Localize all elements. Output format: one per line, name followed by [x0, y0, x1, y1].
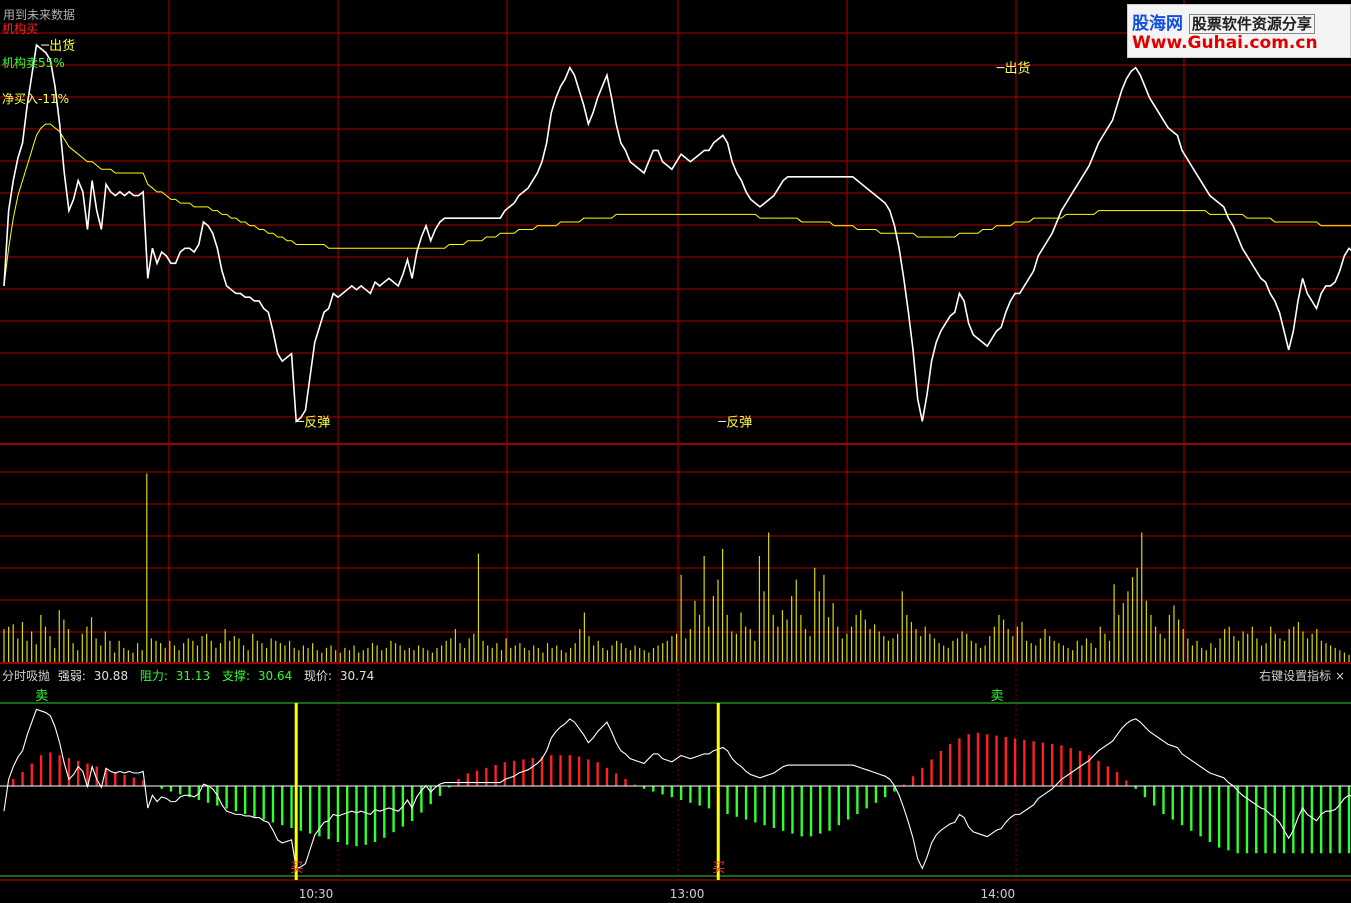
watermark-logo-text: 股海网	[1132, 14, 1183, 34]
resistance-readout: 阻力: 31.13	[140, 669, 214, 683]
x-tick-label: 14:00	[981, 887, 1016, 901]
indicator-name: 分时吸抛	[2, 669, 51, 683]
annotation-fantan: 反弹	[726, 415, 752, 430]
price-value: 30.74	[339, 669, 375, 683]
grid-lines	[0, 0, 1351, 881]
sell-signal-label: 卖	[35, 689, 48, 704]
annotation-fantan: 反弹	[304, 415, 330, 430]
oscillator-lines	[0, 702, 1351, 880]
label-net-buy: 净买入-11%	[2, 92, 70, 106]
watermark-tagline: 股票软件资源分享	[1188, 14, 1315, 34]
strength-readout: 强弱: 30.88	[58, 669, 132, 683]
buy-signal-label: 买	[290, 861, 303, 876]
resistance-label: 阻力:	[139, 669, 168, 683]
support-readout: 支撑: 30.64	[222, 669, 296, 683]
watermark-url: Www.Guhai.com.cn	[1132, 33, 1318, 53]
top-note: 用到未来数据	[3, 8, 76, 22]
support-label: 支撑:	[221, 669, 251, 683]
strength-label: 强弱:	[57, 669, 86, 683]
x-axis-ticks: 10:30 13:00 14:00	[299, 887, 1015, 901]
price-readout: 现价: 30.74	[304, 669, 378, 683]
annotation-chuhuo: 出货	[1005, 61, 1031, 77]
buy-signal-label: 买	[712, 861, 725, 876]
x-tick-label: 10:30	[299, 887, 334, 901]
chart-stage: 卖卖买 买出货出货反弹 反弹 10:30 13:00 14:00	[0, 0, 1351, 901]
watermark-logo: 股海网 股票软件资源分享 Www.Guhai.com.cn	[1127, 4, 1351, 58]
indicator-info-bar: 分时吸抛 强弱: 30.88 阻力: 31.13 支撑: 30.64 现价: 3…	[2, 667, 382, 684]
annotation-chuhuo: 出货	[49, 38, 75, 54]
support-value: 30.64	[257, 669, 293, 683]
strength-value: 30.88	[93, 669, 129, 683]
x-tick-label: 13:00	[670, 887, 705, 901]
signal-markers: 卖卖买 买出货出货反弹 反弹	[35, 38, 1030, 876]
label-inst-sell: 机构卖55%	[2, 56, 65, 70]
price-label: 现价:	[304, 669, 333, 683]
watermark-title: 股海网 股票软件资源分享	[1132, 9, 1315, 34]
sell-signal-label: 卖	[991, 689, 1004, 704]
label-inst-buy: 机构买	[2, 22, 39, 36]
resistance-value: 31.13	[175, 669, 211, 683]
indicator-settings-hint[interactable]: 右键设置指标 ×	[1259, 667, 1345, 684]
